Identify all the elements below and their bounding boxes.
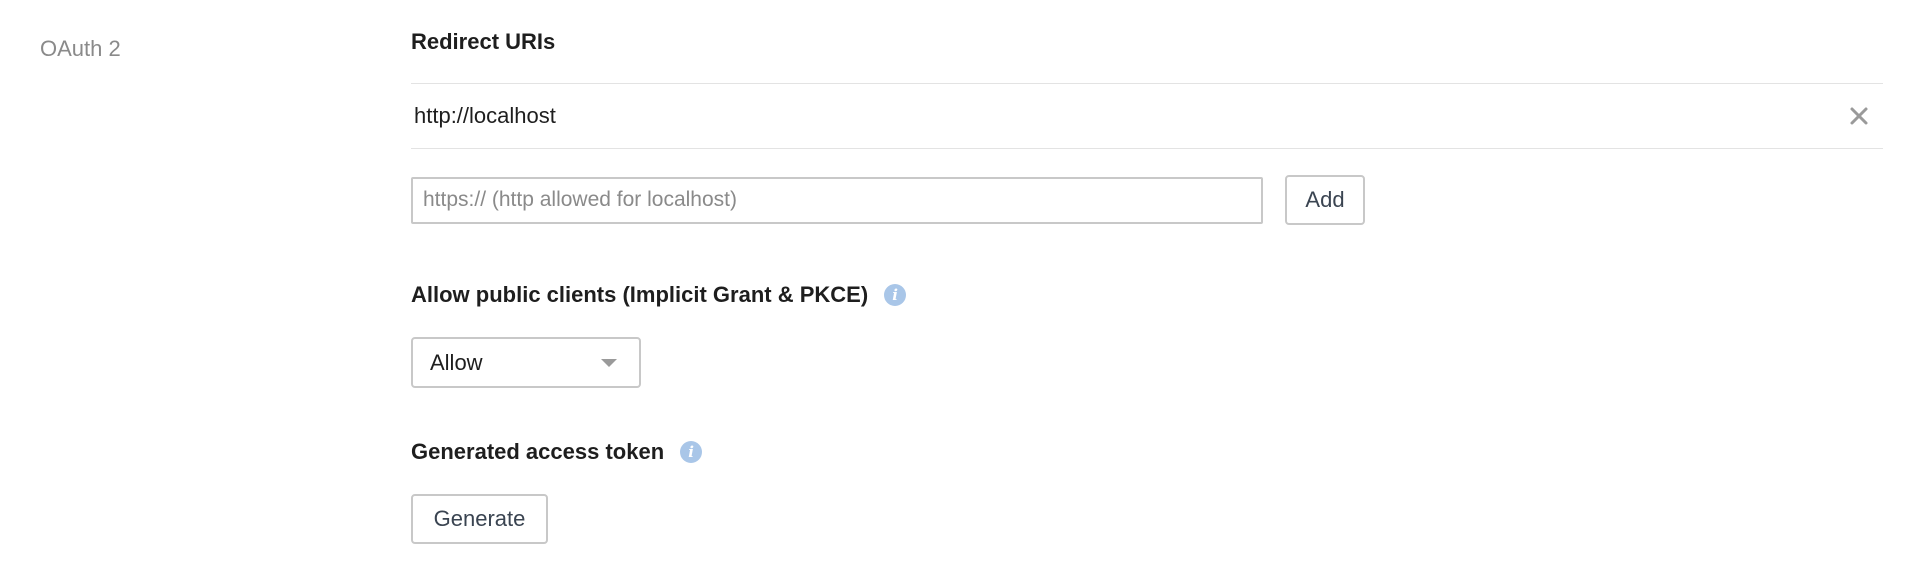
redirect-uri-item: http://localhost xyxy=(411,83,1883,149)
public-clients-heading-text: Allow public clients (Implicit Grant & P… xyxy=(411,282,869,307)
chevron-down-icon xyxy=(601,358,617,367)
remove-uri-close-icon[interactable] xyxy=(1847,104,1871,128)
public-clients-select[interactable]: Allow xyxy=(411,337,641,388)
section-label: OAuth 2 xyxy=(40,36,121,61)
generate-token-button[interactable]: Generate xyxy=(411,494,548,544)
public-clients-info-icon[interactable]: i xyxy=(884,284,907,306)
oauth-settings-page: OAuth 2 Redirect URIs http://localhost A… xyxy=(0,0,1920,568)
redirect-uri-value: http://localhost xyxy=(414,103,556,128)
public-clients-selected-value: Allow xyxy=(430,349,483,375)
add-uri-button[interactable]: Add xyxy=(1285,175,1365,225)
access-token-heading: Generated access token i xyxy=(411,437,703,467)
public-clients-heading: Allow public clients (Implicit Grant & P… xyxy=(411,280,907,310)
add-uri-row: Add xyxy=(411,175,1365,225)
access-token-info-icon[interactable]: i xyxy=(680,441,703,463)
redirect-uri-input[interactable] xyxy=(411,176,1263,224)
access-token-heading-text: Generated access token xyxy=(411,439,665,464)
redirect-uris-heading: Redirect URIs xyxy=(411,29,556,54)
